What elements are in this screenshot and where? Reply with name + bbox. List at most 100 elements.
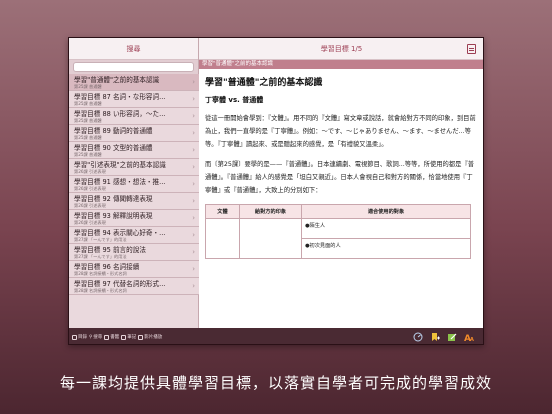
chevron-right-icon: › [192, 78, 195, 86]
chevron-right-icon: › [192, 265, 195, 273]
chevron-right-icon: › [192, 95, 195, 103]
list-item-title: 學習目標 97 代替名詞的形式... [74, 280, 166, 288]
table-cell: ●初次見面的人 [301, 238, 471, 259]
chevron-right-icon: › [192, 129, 195, 137]
list-item-subtitle: 第28課 名詞接續・形式名詞 [74, 271, 127, 276]
bookmark-button[interactable]: 書籤 [104, 334, 119, 340]
list-item-title: 學習目標 89 動詞的普通體 [74, 127, 153, 135]
list-item[interactable]: 學習目標 87 名詞・な形容詞... 第25課 普通體 › [69, 91, 199, 108]
list-item-subtitle: 第27課 「～んです」的用法 [74, 237, 127, 242]
chevron-right-icon: › [192, 197, 195, 205]
toc-label: 目錄 [78, 335, 87, 340]
list-item-subtitle: 第25課 普通體 [74, 135, 102, 140]
list-item-title: 學習目標 95 前言的說法 [74, 246, 146, 254]
note-icon [121, 334, 127, 340]
chevron-right-icon: › [192, 282, 195, 290]
search-input[interactable] [73, 62, 194, 72]
list-item-subtitle: 第25課 普通體 [74, 84, 102, 89]
list-item-subtitle: 第25課 普通體 [74, 118, 102, 123]
table-header: 文體 [205, 204, 240, 219]
list-item-subtitle: 第28課 名詞接續・形式名詞 [74, 288, 127, 293]
bookmark-icon [104, 334, 110, 340]
list-item-title: 學習目標 92 傳聞轉達表現 [74, 195, 153, 203]
search-bar [69, 60, 198, 74]
lesson-subheading: 丁寧體 vs. 普通體 [205, 96, 264, 104]
chevron-right-icon: › [192, 214, 195, 222]
list-item-subtitle: 第26課 引述表現 [74, 186, 106, 191]
video-label: 影片播放 [144, 335, 163, 340]
chevron-right-icon: › [192, 163, 195, 171]
list-item[interactable]: 學習目標 94 表示關心好奇・... 第27課 「～んです」的用法 › [69, 227, 199, 244]
chevron-right-icon: › [192, 146, 195, 154]
search-button[interactable]: ⚲ 搜尋 [89, 334, 103, 341]
lesson-heading: 學習"普通體"之前的基本認識 [205, 78, 323, 88]
list-item-title: 學習目標 91 感想・想法・推... [74, 178, 166, 186]
list-item-title: 學習目標 90 文型的普通體 [74, 144, 153, 152]
list-icon [72, 334, 77, 340]
bookmark-add-icon[interactable] [430, 332, 440, 342]
list-item[interactable]: 學習"引述表現"之前的基本認識 第26課 引述表現 › [69, 159, 199, 176]
lesson-content: 學習"普通體"之前的基本認識 丁寧體 vs. 普通體 從這一冊開始會學到：『文體… [199, 69, 483, 327]
list-item-subtitle: 第26課 引述表現 [74, 220, 106, 225]
main-header: 學習目標 1/5 [199, 38, 483, 60]
sidebar: 搜尋 學習"普通體"之前的基本認識 第25課 普通體 › 學習目標 87 名詞・な形… [69, 38, 199, 344]
list-item[interactable]: 學習目標 97 代替名詞的形式... 第28課 名詞接續・形式名詞 › [69, 278, 199, 295]
paragraph-explanation: 而〔第25課〕要學的是——『普通體』。日本連續劇、電視節目、歌詞...等等，所使… [205, 161, 475, 194]
chevron-right-icon: › [192, 231, 195, 239]
chevron-right-icon: › [192, 180, 195, 188]
list-item-title: 學習"引述表現"之前的基本認識 [74, 161, 166, 169]
main-toolbar: AA [199, 328, 483, 344]
list-item-subtitle: 第25課 普通體 [74, 152, 102, 157]
document-icon[interactable] [467, 44, 476, 54]
list-item[interactable]: 學習目標 92 傳聞轉達表現 第26課 引述表現 › [69, 193, 199, 210]
lesson-list: 學習"普通體"之前的基本認識 第25課 普通體 › 學習目標 87 名詞・な形容詞.… [69, 74, 199, 328]
table-row: ●陌生人 [205, 218, 471, 259]
list-item-subtitle: 第25課 普通體 [74, 101, 102, 106]
sidebar-toolbar: 目錄 ⚲ 搜尋 書籤 筆記 影片播放 [69, 328, 199, 344]
svg-text:A: A [470, 337, 474, 342]
list-item[interactable]: 學習"普通體"之前的基本認識 第25課 普通體 › [69, 74, 199, 91]
list-item[interactable]: 學習目標 91 感想・想法・推... 第26課 引述表現 › [69, 176, 199, 193]
chevron-right-icon: › [192, 112, 195, 120]
notes-button[interactable]: 筆記 [121, 334, 136, 340]
list-item-title: 學習目標 93 解釋說明表現 [74, 212, 153, 220]
video-button[interactable]: 影片播放 [138, 334, 162, 340]
notes-label: 筆記 [127, 335, 137, 340]
note-edit-icon[interactable] [447, 332, 457, 342]
list-item-title: 學習目標 88 い形容詞，～た... [74, 110, 166, 118]
list-item[interactable]: 學習目標 96 名詞接續 第28課 名詞接續・形式名詞 › [69, 261, 199, 278]
main-panel: 學習目標 1/5 學習"普通體"之前的基本認識 學習"普通體"之前的基本認識 丁… [199, 38, 483, 344]
app-window: 搜尋 學習"普通體"之前的基本認識 第25課 普通體 › 學習目標 87 名詞・な形… [68, 37, 484, 345]
list-item[interactable]: 學習目標 88 い形容詞，～た... 第25課 普通體 › [69, 108, 199, 125]
list-item[interactable]: 學習目標 93 解釋說明表現 第26課 引述表現 › [69, 210, 199, 227]
table-header: 給對方的印象 [239, 204, 302, 219]
page-title: 學習目標 1/5 [320, 45, 363, 53]
table-cell: ●陌生人 [301, 218, 471, 239]
chevron-right-icon: › [192, 248, 195, 256]
video-icon [138, 334, 144, 340]
list-item-subtitle: 第27課 「～んです」的用法 [74, 254, 127, 259]
list-item[interactable]: 學習目標 89 動詞的普通體 第25課 普通體 › [69, 125, 199, 142]
bookmark-label: 書籤 [110, 335, 120, 340]
list-item-title: 學習"普通體"之前的基本認識 [74, 76, 160, 84]
list-item-title: 學習目標 96 名詞接續 [74, 263, 140, 271]
paragraph-intro: 從這一冊開始會學到：『文體』。用不同的『文體』寫文章或說話，就會給對方不同的印象… [205, 115, 476, 148]
list-item-subtitle: 第26課 引述表現 [74, 169, 106, 174]
list-item[interactable]: 學習目標 90 文型的普通體 第25課 普通體 › [69, 142, 199, 159]
list-item-title: 學習目標 87 名詞・な形容詞... [74, 93, 166, 101]
font-size-icon[interactable]: AA [464, 332, 474, 342]
style-comparison-table: 文體 給對方的印象 適合使用的對象 ●陌生人 ●初次見面的人 [205, 204, 471, 259]
toc-button[interactable]: 目錄 [72, 334, 87, 340]
promo-caption: 每一課均提供具體學習目標，以落實自學者可完成的學習成效 [59, 374, 492, 392]
sidebar-title[interactable]: 搜尋 [69, 38, 198, 60]
search-label: 搜尋 [93, 335, 103, 340]
table-header: 適合使用的對象 [301, 204, 471, 219]
table-cell [239, 218, 302, 259]
speedometer-icon[interactable] [413, 332, 423, 342]
list-item-title: 學習目標 94 表示關心好奇・... [74, 229, 166, 237]
breadcrumb: 學習"普通體"之前的基本認識 [199, 60, 483, 69]
table-cell [205, 218, 240, 259]
search-icon: ⚲ [89, 334, 93, 340]
list-item[interactable]: 學習目標 95 前言的說法 第27課 「～んです」的用法 › [69, 244, 199, 261]
list-item-subtitle: 第26課 引述表現 [74, 203, 106, 208]
